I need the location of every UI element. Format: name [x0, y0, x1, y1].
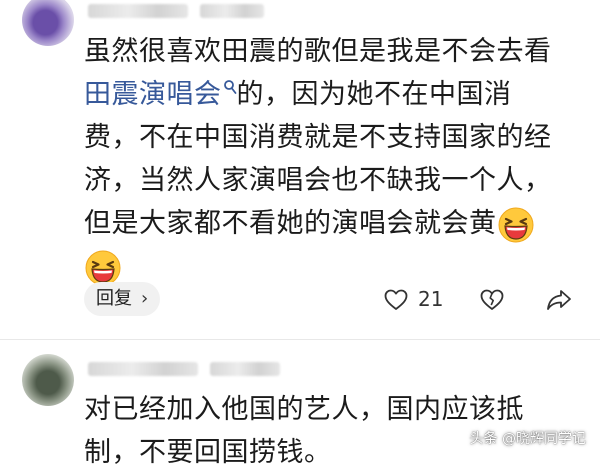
comment-text: 虽然很喜欢田震的歌但是我是不会去看 田震演唱会 的，因为她不在中国消 费，不在中国…	[84, 30, 584, 288]
comment-line-rest: 的，因为她不在中国消	[236, 79, 512, 110]
grinning-squinting-face-emoji	[498, 207, 533, 242]
search-link[interactable]: 田震演唱会	[84, 79, 237, 110]
chevron-right-icon: ›	[141, 288, 149, 309]
avatar[interactable]	[22, 354, 74, 406]
comment-actions: 回复 › 21	[0, 274, 600, 322]
watermark: 头条 @晓辉同学记	[469, 431, 586, 447]
comment-line: 对已经加入他国的艺人，国内应该抵	[84, 394, 524, 425]
search-link-text[interactable]: 田震演唱会	[84, 79, 222, 110]
reply-button[interactable]: 回复 ›	[84, 282, 160, 316]
comment-line: 但是大家都不看她的演唱会就会黄	[84, 202, 584, 245]
avatar[interactable]	[22, 0, 74, 46]
blurred-username	[88, 4, 188, 18]
comment-line: 济，当然人家演唱会也不缺我一个人，	[84, 165, 552, 196]
comment-line-text: 但是大家都不看她的演唱会就会黄	[84, 208, 497, 239]
blurred-timestamp	[200, 4, 264, 18]
search-icon[interactable]	[223, 79, 237, 95]
heart-icon[interactable]	[384, 289, 408, 311]
comment-line: 虽然很喜欢田震的歌但是我是不会去看	[84, 36, 552, 67]
share-icon[interactable]	[546, 288, 572, 312]
comment-1: 虽然很喜欢田震的歌但是我是不会去看 田震演唱会 的，因为她不在中国消 费，不在中国…	[0, 0, 600, 340]
blurred-timestamp	[210, 362, 280, 376]
comment-line: 费，不在中国消费就是不支持国家的经	[84, 122, 552, 153]
comment-line: 田震演唱会 的，因为她不在中国消	[84, 73, 584, 116]
reply-label: 回复	[96, 288, 132, 309]
broken-heart-icon[interactable]	[480, 289, 504, 311]
blurred-username	[88, 362, 198, 376]
like-count: 21	[418, 287, 444, 311]
